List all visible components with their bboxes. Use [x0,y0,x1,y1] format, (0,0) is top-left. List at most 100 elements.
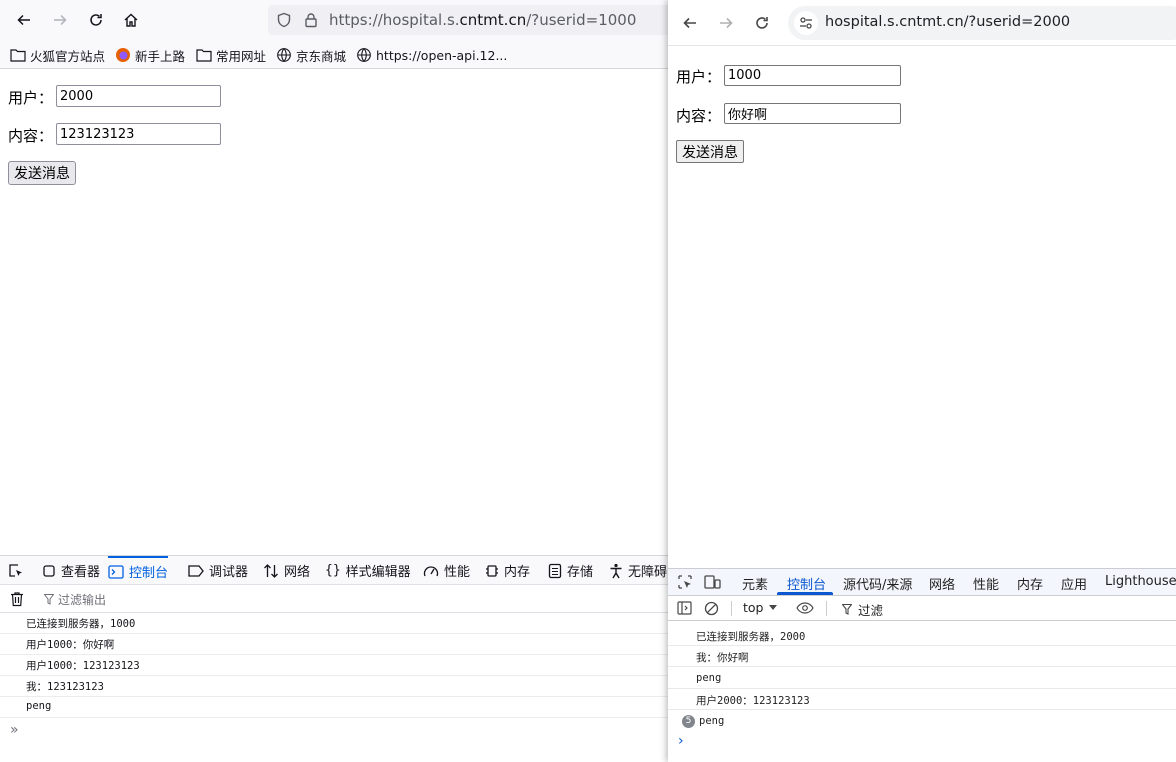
memory-icon [486,564,498,577]
arrow-right-icon [720,17,733,29]
console-icon [108,564,124,579]
user-input[interactable] [56,85,221,107]
home-button[interactable] [119,8,143,32]
console-toolbar: 过滤输出 [0,585,668,613]
console-log-row: 用户1000：123123123 [0,655,668,676]
console-log-row: 我：你好啊 [668,646,1176,667]
site-info-button[interactable] [794,11,818,35]
send-message-button[interactable]: 发送消息 [8,161,76,185]
sidebar-toggle-icon[interactable] [677,601,692,615]
storage-icon [548,563,562,578]
firefox-logo-icon [116,48,130,62]
console-log-row: peng [0,697,668,718]
network-icon [264,563,278,578]
inspector-icon [43,564,55,577]
reload-icon [90,14,102,26]
accessibility-icon [610,563,622,578]
firefox-toolbar: https://hospital.s.cntmt.cn/?userid=1000 [0,0,668,40]
debugger-icon [188,564,204,577]
trash-icon[interactable] [10,591,24,607]
tab-lighthouse[interactable]: Lighthouse [1105,574,1176,589]
tab-elements[interactable]: 元素 [742,574,768,593]
tab-network[interactable]: 网络 [263,556,310,585]
console-log-row: 用户2000：123123123 [668,689,1176,710]
context-selector[interactable]: top [743,600,778,615]
toolbar-divider [731,601,732,616]
tab-storage[interactable]: 存储 [548,556,593,585]
content-input[interactable] [724,103,901,124]
devtools-tabbar: 查看器 控制台 调试器 网络 {} 样式编辑器 性能 内存 存储 无障碍 [0,555,668,585]
bookmark-item[interactable]: 新手上路 [115,46,185,64]
arrow-left-icon [17,14,30,26]
user-label: 用户： [8,89,54,107]
tab-inspector[interactable]: 查看器 [42,556,100,585]
filter-input[interactable]: 过滤 [842,600,883,619]
tab-console[interactable]: 控制台 [787,574,826,593]
content-label: 内容： [8,127,54,145]
console-log-row: 已连接到服务器，1000 [0,613,668,634]
address-bar[interactable]: https://hospital.s.cntmt.cn/?userid=1000 [268,5,668,35]
device-toolbar-icon[interactable] [704,574,721,590]
tab-memory[interactable]: 内存 [1017,574,1043,593]
globe-icon [277,48,291,62]
bookmark-item[interactable]: 京东商城 [276,46,346,64]
tab-accessibility[interactable]: 无障碍 [609,556,667,585]
lock-icon[interactable] [303,12,319,28]
console-input-prompt[interactable]: › [678,733,684,749]
repeat-count-badge: 5 [682,715,695,728]
console-toolbar: top 过滤 [668,595,1176,621]
send-message-button[interactable]: 发送消息 [676,140,744,163]
picker-icon [9,563,22,577]
bookmarks-toolbar: 火狐官方站点 新手上路 常用网址 京东商城 https://open-api.1… [0,40,668,69]
bookmark-item[interactable]: 常用网址 [196,46,266,64]
reload-icon [756,17,768,29]
firefox-window: https://hospital.s.cntmt.cn/?userid=1000… [0,0,668,762]
url-text: https://hospital.s.cntmt.cn/?userid=1000 [329,11,637,29]
filter-icon [44,594,54,605]
eye-icon[interactable] [796,602,814,614]
address-bar[interactable]: hospital.s.cntmt.cn/?userid=2000 [788,6,1176,40]
chrome-toolbar: hospital.s.cntmt.cn/?userid=2000 [668,0,1176,46]
clear-console-icon[interactable] [704,601,719,616]
folder-icon [10,49,26,62]
content-input[interactable] [56,123,221,145]
back-button[interactable] [12,8,36,32]
tab-console[interactable]: 控制台 [108,556,169,585]
tab-performance[interactable]: 性能 [973,574,999,593]
toolbar-divider [826,601,827,616]
arrow-right-icon [54,14,67,26]
tab-network[interactable]: 网络 [929,574,955,593]
url-text: hospital.s.cntmt.cn/?userid=2000 [825,14,1071,30]
filter-icon [842,604,852,615]
content-label: 内容： [676,107,722,125]
user-input[interactable] [724,65,901,86]
back-button[interactable] [678,11,702,35]
chrome-window: hospital.s.cntmt.cn/?userid=2000 用户： 内容：… [668,0,1176,762]
tab-style-editor[interactable]: {} 样式编辑器 [325,556,411,585]
console-log-row: peng [668,668,1176,689]
tab-application[interactable]: 应用 [1061,574,1087,593]
inspect-element-icon[interactable] [677,574,693,590]
console-log-row-grouped: 5 peng [668,711,1176,732]
tab-sources[interactable]: 源代码/来源 [843,574,912,593]
arrow-left-icon [683,17,696,29]
home-icon [124,13,138,27]
braces-icon: {} [325,563,341,578]
forward-button[interactable] [48,8,72,32]
globe-icon [357,48,371,62]
caret-down-icon [769,604,778,610]
forward-button[interactable] [714,11,738,35]
tab-memory[interactable]: 内存 [485,556,530,585]
reload-button[interactable] [750,11,774,35]
filter-output-input[interactable]: 过滤输出 [44,591,106,608]
shield-icon[interactable] [276,12,292,28]
tab-performance[interactable]: 性能 [423,556,470,585]
console-input-prompt[interactable]: » [10,722,19,738]
tab-debugger[interactable]: 调试器 [188,556,248,585]
reload-button[interactable] [84,8,108,32]
console-log-row: 我：123123123 [0,676,668,697]
user-label: 用户： [676,68,722,86]
bookmark-item[interactable]: https://open-api.12... [356,46,507,64]
bookmark-item[interactable]: 火狐官方站点 [10,46,105,64]
element-picker-button[interactable] [8,556,29,585]
